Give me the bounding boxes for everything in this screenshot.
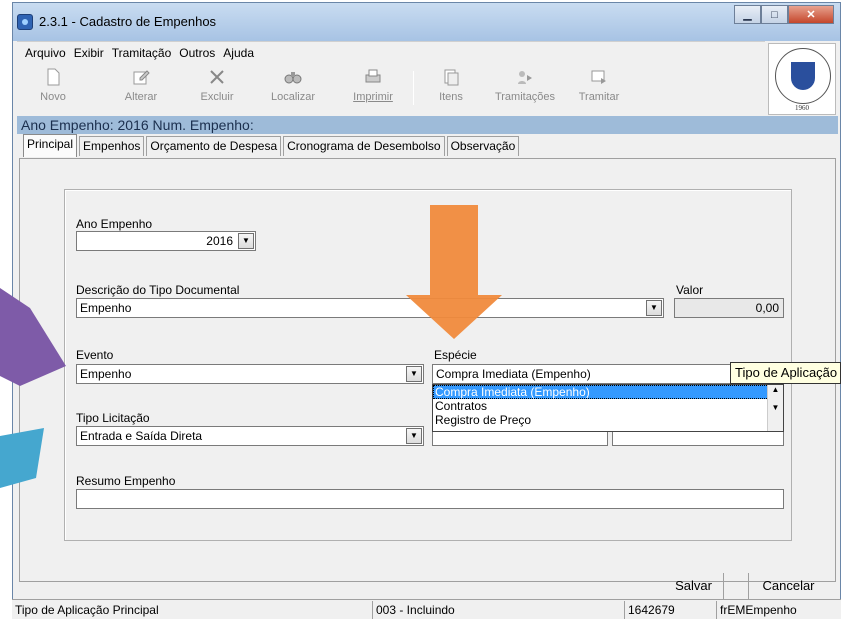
- university-logo: 1960: [768, 43, 836, 115]
- valor-field[interactable]: 0,00: [674, 298, 784, 318]
- imprimir-label: Imprimir: [353, 91, 393, 103]
- imprimir-button[interactable]: Imprimir: [343, 67, 403, 103]
- binoculars-icon: [284, 72, 302, 84]
- chevron-down-icon[interactable]: ▼: [406, 428, 422, 444]
- descricao-value: Empenho: [80, 301, 132, 315]
- chevron-down-icon[interactable]: ▼: [238, 233, 254, 249]
- tab-cronograma[interactable]: Cronograma de Desembolso: [283, 136, 445, 156]
- chevron-down-icon[interactable]: ▼: [406, 366, 422, 382]
- tab-observacao[interactable]: Observação: [446, 136, 520, 156]
- tramitacoes-icon: [518, 71, 532, 84]
- evento-value: Empenho: [80, 367, 132, 381]
- tipo-licitacao-value: Entrada e Saída Direta: [80, 429, 203, 443]
- teal-arrow-icon: [0, 428, 44, 488]
- minimize-button[interactable]: ▁: [734, 5, 761, 24]
- new-document-icon: [47, 68, 60, 86]
- tab-strip: Principal Empenhos Orçamento de Despesa …: [23, 134, 521, 158]
- menu-ajuda[interactable]: Ajuda: [223, 46, 254, 60]
- maximize-button[interactable]: □: [761, 5, 788, 24]
- delete-icon: [210, 70, 224, 84]
- localizar-label: Localizar: [270, 91, 316, 103]
- cancelar-button[interactable]: Cancelar: [748, 573, 828, 599]
- items-icon: [444, 69, 459, 86]
- tramitar-label: Tramitar: [578, 91, 620, 103]
- info-bar: Ano Empenho: 2016 Num. Empenho:: [17, 116, 838, 134]
- status-code: 1642679: [624, 601, 716, 619]
- evento-select[interactable]: Empenho ▼: [76, 364, 424, 384]
- evento-label: Evento: [76, 348, 114, 362]
- descricao-label: Descrição do Tipo Documental: [76, 283, 240, 297]
- especie-dropdown-list: Compra Imediata (Empenho) Contratos Regi…: [432, 384, 784, 432]
- close-button[interactable]: ✕: [788, 5, 834, 24]
- orange-arrow-icon: [406, 205, 502, 339]
- novo-label: Novo: [40, 91, 66, 103]
- especie-label: Espécie: [434, 348, 477, 362]
- ano-value: 2016: [206, 234, 233, 248]
- dropdown-scrollbar[interactable]: ▲ ▼: [767, 385, 783, 431]
- status-hint: Tipo de Aplicação Principal: [15, 603, 159, 617]
- tramitacoes-label: Tramitações: [494, 91, 556, 103]
- resumo-field[interactable]: [76, 489, 784, 509]
- especie-value: Compra Imediata (Empenho): [436, 367, 591, 381]
- edit-icon: [133, 70, 150, 85]
- ano-label: Ano Empenho: [76, 217, 153, 231]
- tipo-licitacao-select[interactable]: Entrada e Saída Direta ▼: [76, 426, 424, 446]
- dropdown-option[interactable]: Compra Imediata (Empenho): [433, 385, 783, 399]
- itens-button[interactable]: Itens: [421, 67, 481, 103]
- novo-button[interactable]: Novo: [23, 67, 83, 103]
- status-mode: 003 - Incluindo: [372, 601, 624, 619]
- window-title: 2.3.1 - Cadastro de Empenhos: [39, 14, 217, 29]
- status-form: frEMEmpenho: [716, 601, 840, 619]
- app-icon: [17, 14, 33, 30]
- toolbar-separator: [413, 71, 414, 105]
- excluir-label: Excluir: [200, 91, 234, 103]
- tab-empenhos[interactable]: Empenhos: [79, 136, 145, 156]
- purple-arrow-icon: [0, 288, 66, 386]
- ano-select[interactable]: 2016 ▼: [76, 231, 256, 251]
- dropdown-option[interactable]: Registro de Preço: [433, 413, 783, 427]
- shield-icon: [791, 62, 815, 90]
- tab-orcamento[interactable]: Orçamento de Despesa: [146, 136, 282, 156]
- status-bar: Tipo de Aplicação Principal 003 - Inclui…: [12, 599, 841, 619]
- printer-icon: [365, 69, 381, 83]
- menu-arquivo[interactable]: Arquivo: [25, 46, 66, 60]
- tab-principal[interactable]: Principal: [23, 134, 78, 157]
- menu-tramitacao[interactable]: Tramitação: [112, 46, 172, 60]
- logo-year: 1960: [795, 104, 809, 112]
- chevron-down-icon[interactable]: ▼: [646, 300, 662, 316]
- menu-bar: Arquivo Exibir Tramitação Outros Ajuda: [17, 41, 765, 63]
- toolbar: Novo Alterar Excluir Localizar Imprimir …: [17, 63, 765, 115]
- alterar-label: Alterar: [124, 91, 158, 103]
- itens-label: Itens: [439, 91, 463, 103]
- alterar-button[interactable]: Alterar: [111, 67, 171, 103]
- resumo-label: Resumo Empenho: [76, 474, 176, 488]
- excluir-button[interactable]: Excluir: [187, 67, 247, 103]
- menu-outros[interactable]: Outros: [179, 46, 215, 60]
- tramitar-button[interactable]: Tramitar: [569, 67, 629, 103]
- descricao-select[interactable]: Empenho ▼: [76, 298, 664, 318]
- localizar-button[interactable]: Localizar: [263, 67, 323, 103]
- salvar-button[interactable]: Salvar: [664, 573, 724, 599]
- tramitar-icon: [591, 70, 606, 84]
- tramitacoes-button[interactable]: Tramitações: [487, 67, 563, 103]
- menu-exibir[interactable]: Exibir: [74, 46, 104, 60]
- tooltip: Tipo de Aplicação: [730, 362, 841, 384]
- tipo-licitacao-label: Tipo Licitação: [76, 411, 150, 425]
- title-bar: 2.3.1 - Cadastro de Empenhos ▁ □ ✕: [13, 3, 840, 41]
- valor-label: Valor: [676, 283, 704, 297]
- dropdown-option[interactable]: Contratos: [433, 399, 783, 413]
